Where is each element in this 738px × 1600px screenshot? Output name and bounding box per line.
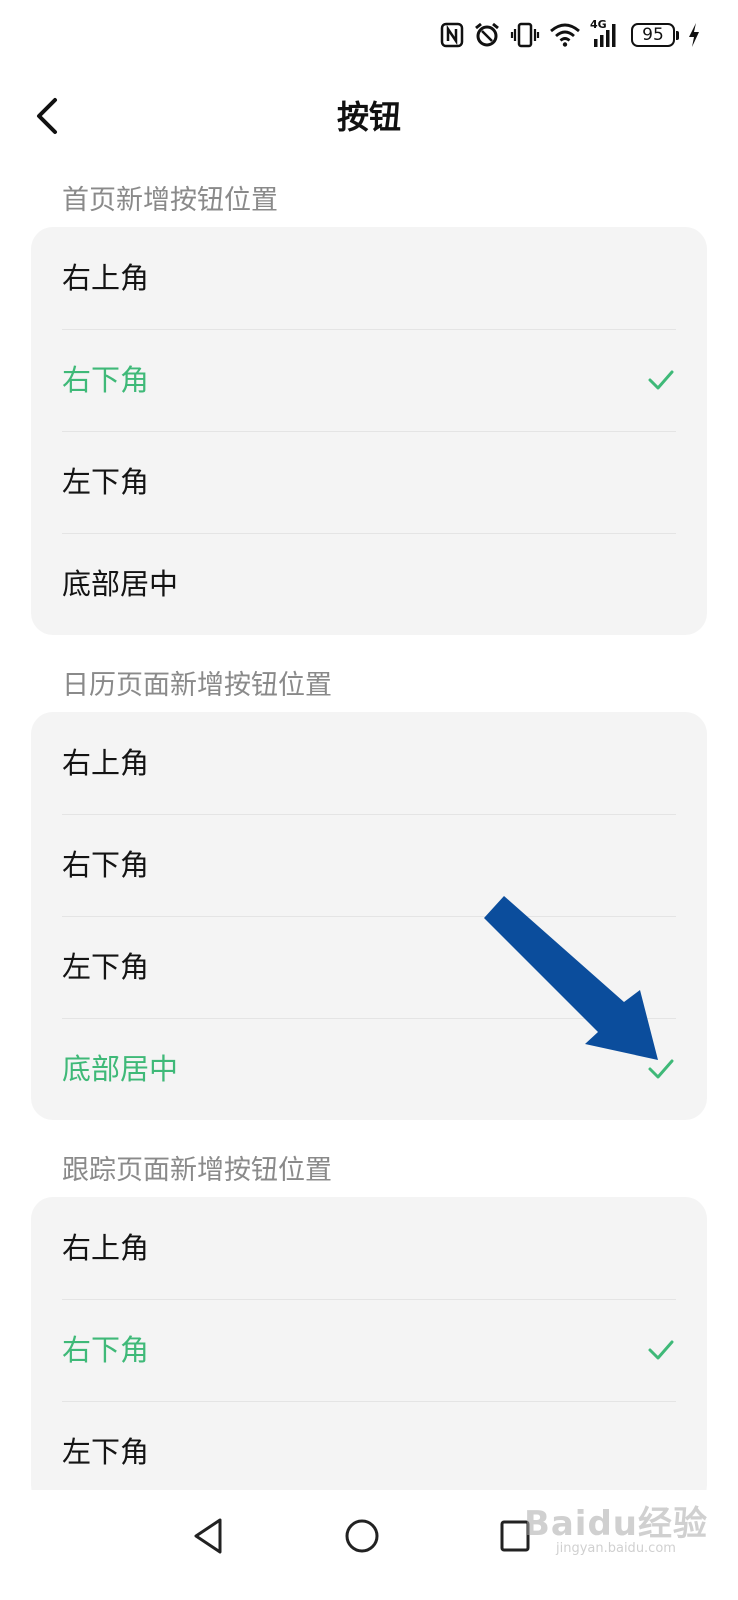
options-card-tracking: 右上角 右下角 左下角 <box>31 1197 707 1507</box>
option-label: 右下角 <box>62 848 150 882</box>
charging-icon <box>689 23 699 47</box>
watermark-brand: Baidu经验 <box>523 1504 708 1544</box>
option-label: 左下角 <box>62 465 150 499</box>
option-home-bottom-left[interactable]: 左下角 <box>31 431 707 533</box>
option-label: 右上角 <box>62 261 150 295</box>
option-label: 左下角 <box>62 950 150 984</box>
section-label-tracking: 跟踪页面新增按钮位置 <box>62 1155 332 1186</box>
signal-bars-icon <box>594 24 616 47</box>
section-label-home: 首页新增按钮位置 <box>62 185 278 216</box>
wifi-icon <box>550 23 580 47</box>
watermark-logo: Baidu经验 jingyan.baidu.com <box>524 1496 708 1556</box>
alarm-icon <box>475 22 499 47</box>
status-icons: 4G 95 <box>440 18 700 52</box>
option-home-bottom-center[interactable]: 底部居中 <box>31 533 707 635</box>
option-label: 底部居中 <box>62 567 179 601</box>
option-calendar-top-right[interactable]: 右上角 <box>31 712 707 814</box>
option-tracking-bottom-right[interactable]: 右下角 <box>31 1299 707 1401</box>
triangle-back-icon[interactable] <box>190 1516 226 1556</box>
option-label: 右下角 <box>62 363 150 397</box>
cellular-signal: 4G <box>590 18 622 49</box>
section-label-calendar: 日历页面新增按钮位置 <box>62 670 332 701</box>
battery-tip <box>676 30 679 40</box>
option-label: 底部居中 <box>62 1052 179 1086</box>
option-label: 左下角 <box>62 1435 150 1469</box>
check-icon <box>648 1340 674 1360</box>
option-label: 右下角 <box>62 1333 150 1367</box>
page-title: 按钮 <box>336 98 401 136</box>
circle-home-icon[interactable] <box>343 1516 381 1556</box>
options-card-home: 右上角 右下角 左下角 底部居中 <box>31 227 707 635</box>
battery-level: 95 <box>631 23 675 47</box>
option-label: 右上角 <box>62 746 150 780</box>
status-bar: 4G 95 <box>0 0 738 70</box>
option-home-bottom-right[interactable]: 右下角 <box>31 329 707 431</box>
option-tracking-top-right[interactable]: 右上角 <box>31 1197 707 1299</box>
nfc-icon <box>440 22 464 48</box>
option-tracking-bottom-left[interactable]: 左下角 <box>31 1401 707 1503</box>
annotation-arrow-icon <box>484 896 658 1060</box>
check-icon <box>648 370 674 390</box>
header: 按钮 <box>0 78 738 154</box>
vibrate-icon <box>510 22 540 48</box>
option-home-top-right[interactable]: 右上角 <box>31 227 707 329</box>
battery-indicator: 95 <box>631 23 679 47</box>
option-label: 右上角 <box>62 1231 150 1265</box>
